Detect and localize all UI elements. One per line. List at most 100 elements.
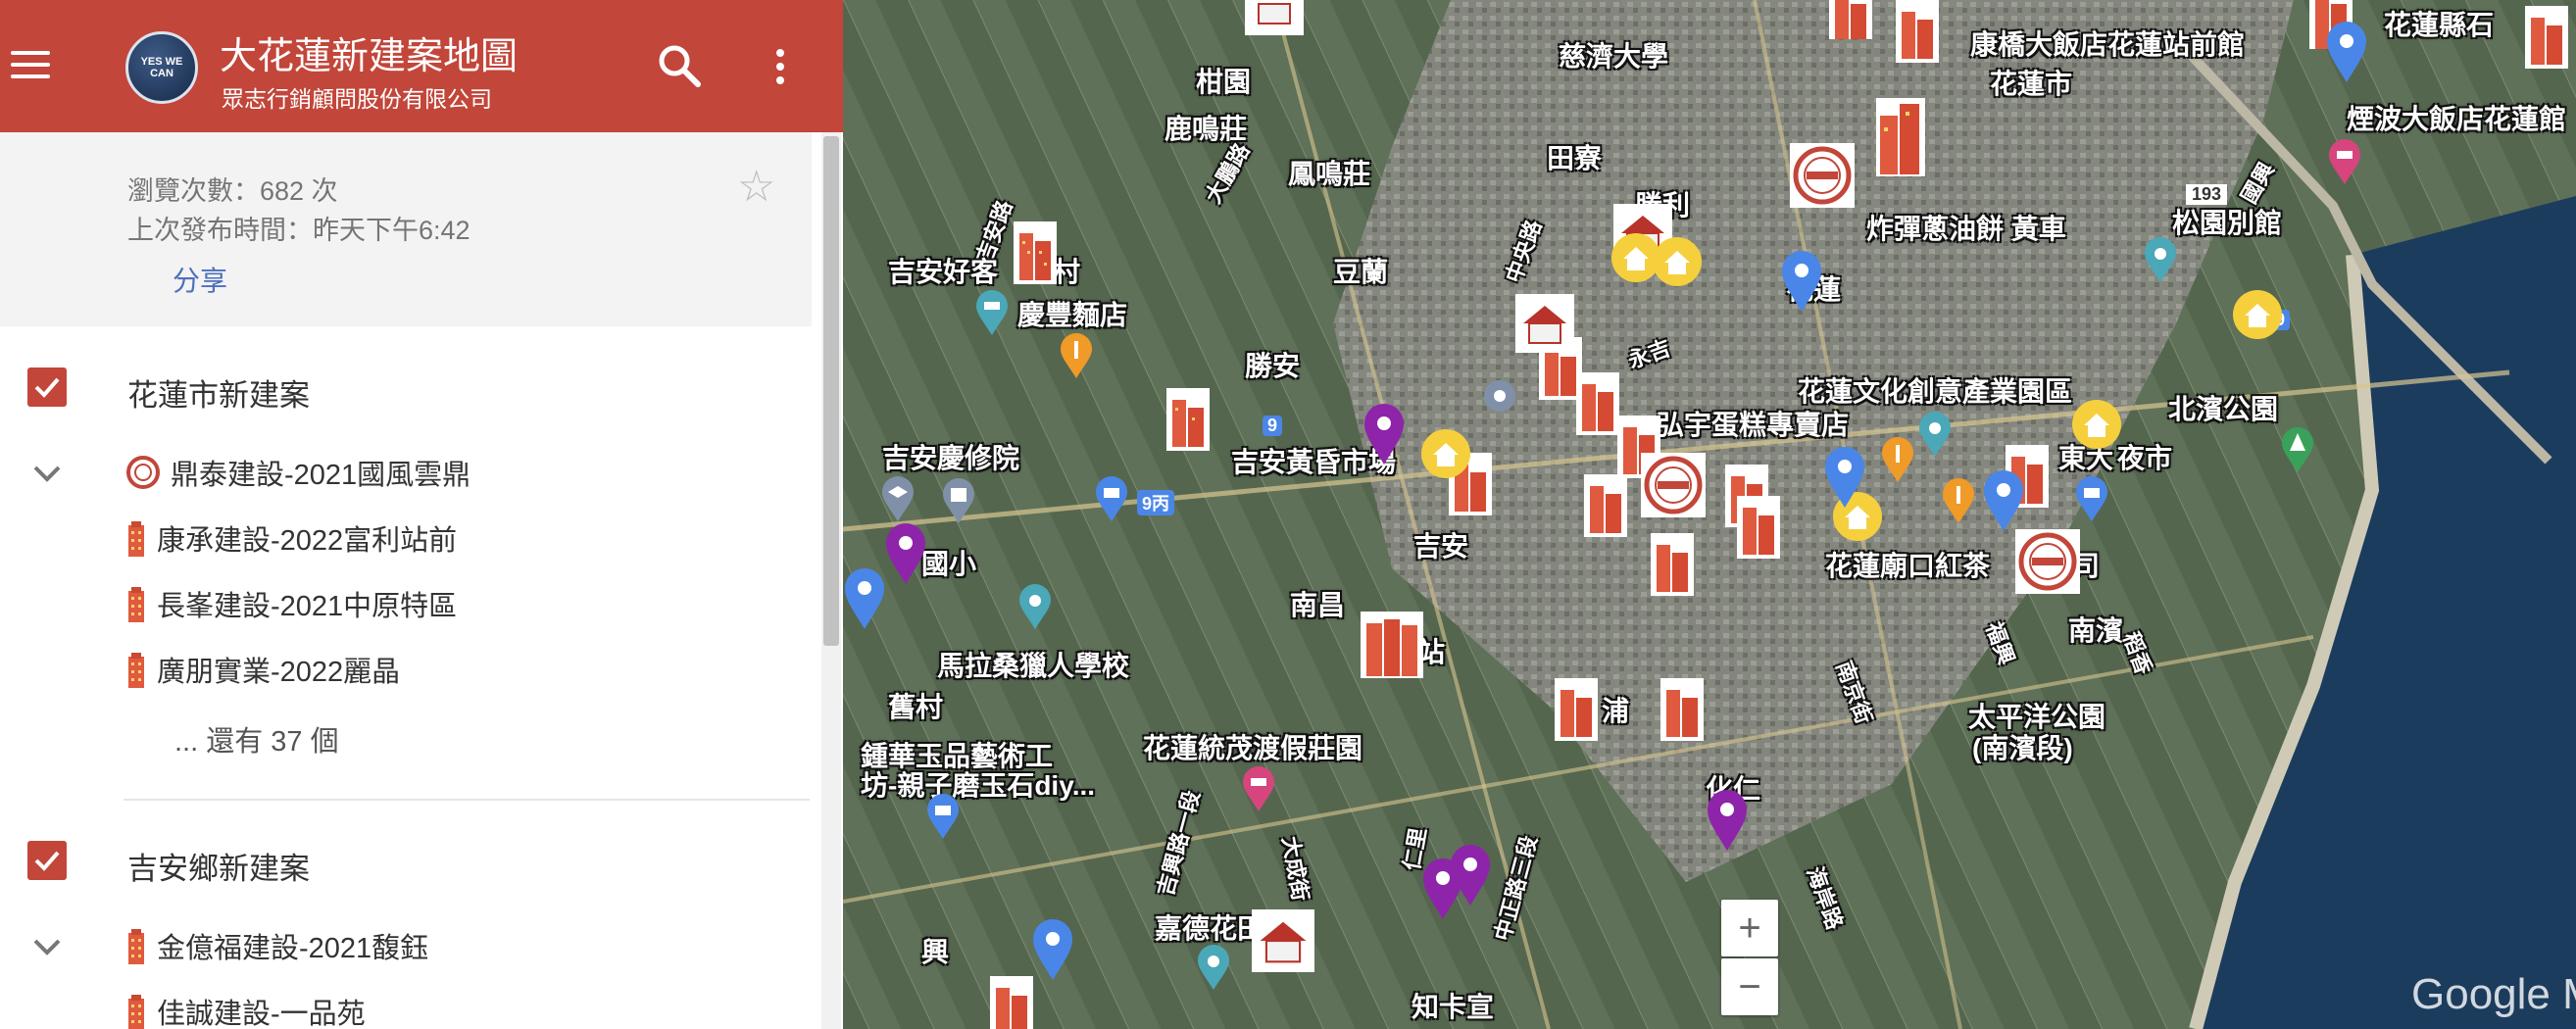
chevron-down-icon[interactable] <box>27 932 67 961</box>
list-item[interactable]: 廣朋實業-2022麗晶 <box>125 647 400 692</box>
menu-icon[interactable] <box>0 31 61 98</box>
google-my-maps-watermark: Google My Maps <box>2411 970 2576 1018</box>
map-label: 吉安慶修院 <box>882 443 1020 473</box>
hotel-poi-icon[interactable] <box>1241 766 1276 813</box>
hotel-poi-icon[interactable] <box>2327 139 2362 186</box>
map-label: 豆蘭 <box>1333 257 1389 287</box>
map-owner: 眾志行銷顧問股份有限公司 <box>222 86 492 112</box>
purple-pin-marker[interactable] <box>1706 790 1749 853</box>
house-marker[interactable] <box>1245 0 1304 35</box>
map-label: 鳳鳴莊 <box>1288 159 1371 189</box>
park-poi-icon[interactable] <box>2280 427 2315 474</box>
map-label: 興 <box>921 937 950 967</box>
route-shield: 193 <box>2186 184 2228 205</box>
shopping-poi-icon[interactable] <box>2074 476 2109 523</box>
more-items-link[interactable]: ... 還有 37 個 <box>174 718 339 760</box>
sold-stamp-icon[interactable] <box>1790 143 1855 208</box>
house-marker[interactable] <box>1251 909 1315 972</box>
restaurant-poi-icon[interactable] <box>1059 333 1094 380</box>
map-canvas[interactable]: 慈濟大學 康橋大飯店花蓮站前館 花蓮縣石 柑園 花蓮市 鹿鳴莊 大鵬路 煙波大飯… <box>843 0 2576 1029</box>
map-legend-panel: YES WE CAN 大花蓮新建案地圖 眾志行銷顧問股份有限公司 瀏覽次數：68… <box>0 0 843 1029</box>
map-label: 勝安 <box>1245 351 1301 381</box>
list-item[interactable]: 長峯建設-2021中原特區 <box>125 581 457 626</box>
share-link[interactable]: 分享 <box>173 260 227 299</box>
route-shield: 9 <box>1263 416 1283 436</box>
gear-poi-icon[interactable] <box>1482 378 1517 414</box>
temple-poi-icon[interactable] <box>941 478 976 525</box>
building-marker[interactable] <box>2525 6 2568 69</box>
building-marker[interactable] <box>1584 474 1627 537</box>
home-marker[interactable] <box>2070 398 2123 451</box>
map-label: 舊村 <box>888 692 944 722</box>
home-marker[interactable] <box>2231 288 2284 341</box>
layer-checkbox-jian[interactable] <box>27 841 67 880</box>
building-marker[interactable] <box>1555 678 1598 741</box>
star-icon[interactable]: ☆ <box>737 162 775 212</box>
sold-stamp-icon[interactable] <box>1641 453 1706 517</box>
sold-stamp-icon <box>126 456 160 489</box>
list-item[interactable]: 鼎泰建設-2021國風雲鼎 <box>125 450 471 495</box>
list-item[interactable]: 金億福建設-2021馥鈺 <box>125 923 428 968</box>
restaurant-poi-icon[interactable] <box>1880 437 1915 484</box>
blue-pin-marker[interactable] <box>1031 919 1074 982</box>
camera-poi-icon[interactable] <box>1017 584 1053 631</box>
map-label: 炸彈蔥油餅 黃車 <box>1866 214 2066 244</box>
blue-pin-marker[interactable] <box>843 568 886 631</box>
map-info: 瀏覽次數：682 次 上次發布時間：昨天下午6:42 分享 ☆ <box>0 132 812 326</box>
sold-stamp-icon[interactable] <box>2015 529 2080 594</box>
zoom-out-button[interactable]: − <box>1721 958 1778 1015</box>
map-label: 村 <box>1053 257 1081 287</box>
camera-poi-icon[interactable] <box>1917 412 1953 459</box>
list-item-label: 金億福建設-2021馥鈺 <box>157 933 429 964</box>
list-item[interactable]: 佳誠建設-一品苑 <box>125 989 366 1029</box>
list-item-label: 佳誠建設-一品苑 <box>157 999 366 1029</box>
building-marker[interactable] <box>1876 98 1925 176</box>
purple-pin-marker[interactable] <box>884 523 927 586</box>
map-label: 南濱 <box>2068 615 2124 646</box>
restaurant-poi-icon[interactable] <box>1941 478 1976 525</box>
building-marker[interactable] <box>1896 0 1939 63</box>
panel-scrollbar[interactable] <box>821 132 841 1029</box>
building-marker[interactable] <box>990 976 1033 1029</box>
map-label: 柑園 <box>1196 67 1252 97</box>
shopping-poi-icon[interactable] <box>925 794 961 841</box>
search-icon[interactable] <box>655 41 706 92</box>
purple-pin-marker[interactable] <box>1362 404 1406 466</box>
blue-pin-marker[interactable] <box>2325 22 2368 84</box>
zoom-in-button[interactable]: + <box>1721 900 1778 956</box>
building-marker[interactable] <box>1651 533 1694 596</box>
map-title: 大花蓮新建案地圖 <box>220 36 519 77</box>
house-marker[interactable] <box>1515 294 1574 353</box>
blue-pin-marker[interactable] <box>1780 251 1823 314</box>
museum-poi-icon[interactable] <box>974 290 1010 337</box>
building-marker[interactable] <box>1014 221 1057 284</box>
camera-poi-icon[interactable] <box>1196 945 1231 992</box>
layer-checkbox-hualien-city[interactable] <box>27 368 67 407</box>
building-icon <box>128 929 144 964</box>
map-label: 弘宇蛋糕專賣店 <box>1657 410 1850 440</box>
layer-name: 吉安鄉新建案 <box>127 852 310 886</box>
layer-name: 花蓮市新建案 <box>127 378 310 413</box>
building-marker[interactable] <box>1576 372 1619 435</box>
shopping-poi-icon[interactable] <box>1094 476 1129 523</box>
list-item[interactable]: 康承建設-2022富利站前 <box>125 515 457 561</box>
map-label: 南昌 <box>1290 590 1346 620</box>
scrollbar-thumb[interactable] <box>823 136 839 646</box>
school-poi-icon[interactable] <box>880 476 916 523</box>
building-marker[interactable] <box>1829 0 1872 39</box>
home-marker[interactable] <box>1651 235 1704 288</box>
blue-pin-marker[interactable] <box>1982 470 2025 533</box>
building-marker[interactable] <box>1737 496 1780 559</box>
building-marker[interactable] <box>1361 612 1423 678</box>
more-vert-icon[interactable] <box>761 41 800 92</box>
blue-pin-marker[interactable] <box>1823 447 1866 510</box>
camera-poi-icon[interactable] <box>2143 237 2178 284</box>
map-label: 慶豐麵店 <box>1017 300 1128 330</box>
chevron-down-icon[interactable] <box>27 459 67 488</box>
home-marker[interactable] <box>1419 427 1472 480</box>
map-label: 夜市 <box>2117 443 2173 473</box>
map-label: 吉安 <box>1413 531 1469 562</box>
building-marker[interactable] <box>1166 388 1210 451</box>
building-marker[interactable] <box>1660 678 1704 741</box>
purple-pin-marker[interactable] <box>1449 845 1492 907</box>
